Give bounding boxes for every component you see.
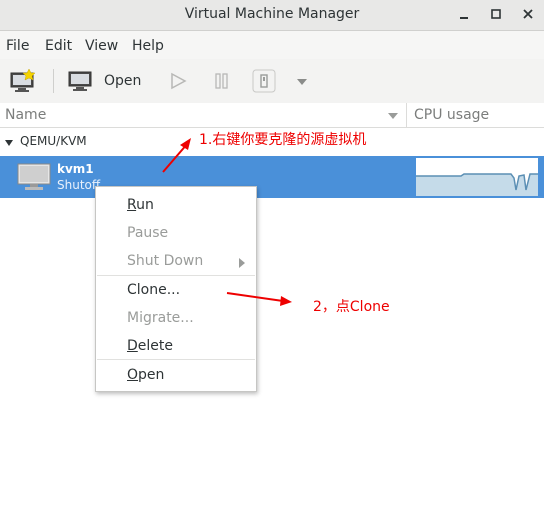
arrow-step1-head [180, 138, 191, 150]
arrow-step2 [226, 292, 284, 302]
arrow-step2-head [280, 296, 292, 306]
annotation-step2: 2，点Clone [313, 299, 390, 315]
annotation-arrows [162, 138, 292, 306]
annotation-step1: 1.右键你要克隆的源虚拟机 [199, 132, 367, 148]
